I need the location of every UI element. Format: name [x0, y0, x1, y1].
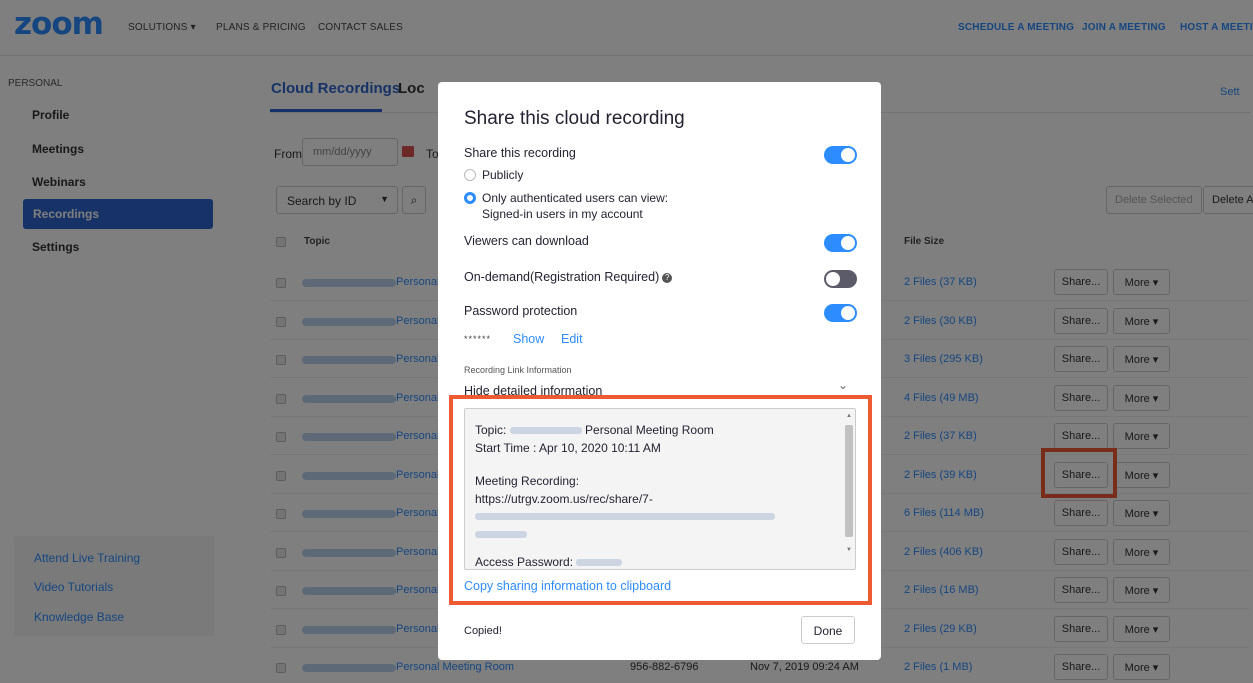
on-demand-row: On-demand(Registration Required)? [464, 270, 673, 284]
signed-in-label: Signed-in users in my account [482, 207, 643, 221]
on-demand-toggle[interactable] [824, 270, 857, 288]
chevron-down-icon[interactable]: ⌄ [838, 378, 848, 392]
sharing-info-highlight [449, 395, 872, 605]
password-mask: ****** [464, 334, 492, 344]
share-recording-label: Share this recording [464, 146, 576, 160]
password-protection-toggle[interactable] [824, 304, 857, 322]
password-protection-label: Password protection [464, 304, 578, 318]
share-recording-dialog: Share this cloud recording Share this re… [438, 82, 881, 660]
viewers-download-toggle[interactable] [824, 234, 857, 252]
toggle-knob [841, 236, 855, 250]
show-password-link[interactable]: Show [513, 332, 544, 346]
authenticated-radio[interactable] [464, 192, 476, 204]
toggle-knob [841, 306, 855, 320]
share-recording-toggle[interactable] [824, 146, 857, 164]
publicly-label: Publicly [482, 168, 524, 182]
dialog-title: Share this cloud recording [464, 108, 685, 129]
authenticated-label: Only authenticated users can view: [482, 191, 669, 205]
edit-password-link[interactable]: Edit [561, 332, 583, 346]
publicly-radio[interactable] [464, 169, 476, 181]
toggle-knob [826, 272, 840, 286]
link-info-label: Recording Link Information [464, 365, 572, 375]
help-icon[interactable]: ? [662, 272, 673, 283]
on-demand-label: On-demand(Registration Required) [464, 270, 660, 284]
copied-status: Copied! [464, 625, 502, 637]
viewers-download-label: Viewers can download [464, 234, 589, 248]
toggle-knob [841, 148, 855, 162]
done-button[interactable]: Done [801, 616, 855, 644]
